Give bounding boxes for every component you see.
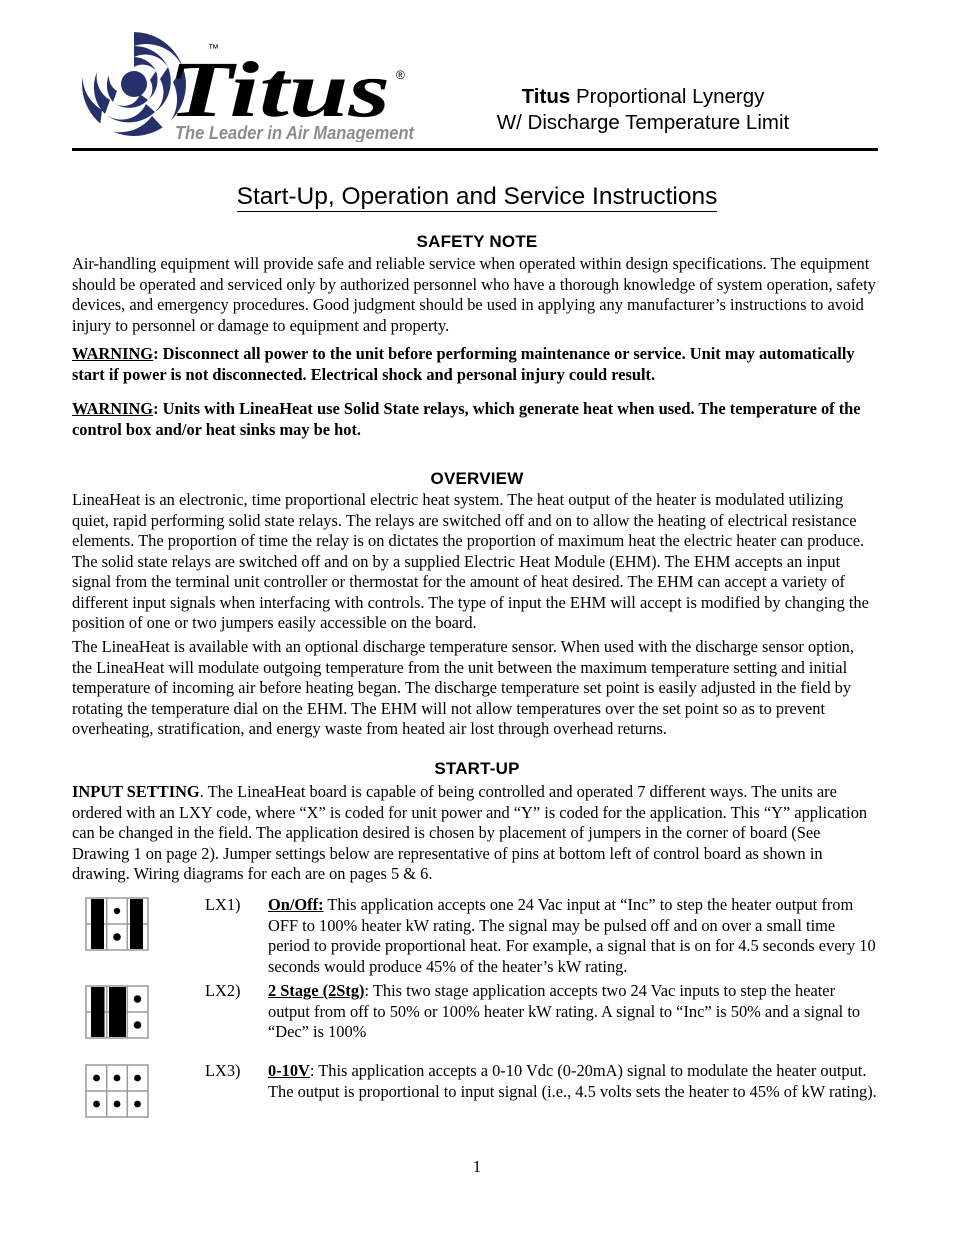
lx-description-3: 0-10V: This application accepts a 0-10 V… (268, 1061, 878, 1102)
header-title-line-1: Titus Proportional Lynergy (408, 84, 878, 110)
jumper-diagram-0-10v (85, 1064, 149, 1118)
lx-description-1: On/Off: This application accepts one 24 … (268, 895, 878, 977)
logo-wordmark: Titus (168, 47, 390, 134)
lx-description-2: 2 Stage (2Stg): This two stage applicati… (268, 981, 878, 1043)
overview-paragraph-2: The LineaHeat is available with an optio… (72, 637, 854, 738)
lx-code-2: LX2) (205, 981, 241, 1000)
warning-text-1: : Disconnect all power to the unit befor… (72, 344, 855, 384)
header-title-line-2: W/ Discharge Temperature Limit (496, 111, 790, 134)
warning-text-2: : Units with LineaHeat use Solid State r… (72, 399, 861, 439)
warning-paragraph-1: WARNING: Disconnect all power to the uni… (72, 344, 878, 385)
input-setting-label: INPUT SETTING (72, 782, 200, 801)
lx-code-3: LX3) (205, 1061, 241, 1080)
warning-label-1: WARNING (72, 344, 154, 363)
header-brand: Titus (521, 85, 571, 108)
lx-code-1: LX1) (205, 895, 241, 914)
overview-paragraph-1: LineaHeat is an electronic, time proport… (72, 490, 869, 632)
page-header: Titus ™ ® The Leader in Air Management T… (72, 24, 878, 142)
jumper-diagram-2-stage (85, 985, 149, 1039)
titus-logo: Titus ™ ® The Leader in Air Management (72, 24, 417, 142)
lx-body-1: This application accepts one 24 Vac inpu… (268, 895, 876, 976)
warning-label-2: WARNING (72, 399, 154, 418)
document-page: Titus ™ ® The Leader in Air Management T… (0, 0, 954, 1235)
warning-paragraph-2: WARNING: Units with LineaHeat use Solid … (72, 399, 878, 440)
section-heading-overview: OVERVIEW (430, 469, 524, 488)
titus-logo-graphic: Titus ™ ® The Leader in Air Management (82, 32, 415, 142)
lx-body-3: : This application accepts a 0-10 Vdc (0… (268, 1061, 877, 1101)
header-product-title: Titus Proportional Lynergy W/ Discharge … (408, 84, 878, 136)
page-title-text: Start-Up, Operation and Service Instruct… (236, 183, 718, 212)
trademark-symbol: ™ (208, 43, 219, 55)
header-divider-rule (72, 148, 878, 151)
lx-name-2: 2 Stage (2Stg) (268, 981, 365, 1000)
lx-name-3: 0-10V (268, 1061, 310, 1080)
logo-tagline: The Leader in Air Management (175, 122, 415, 142)
safety-note-body: Air-handling equipment will provide safe… (72, 254, 876, 335)
registered-symbol: ® (396, 68, 405, 82)
section-heading-safety-note: SAFETY NOTE (416, 232, 538, 251)
input-setting-paragraph: INPUT SETTING. The LineaHeat board is ca… (72, 782, 878, 885)
lx-name-1: On/Off: (268, 895, 324, 914)
jumper-diagram-on-off (85, 897, 149, 951)
page-number: 1 (472, 1157, 482, 1176)
header-product: Proportional Lynergy (570, 85, 765, 108)
section-heading-start-up: START-UP (434, 759, 520, 778)
page-title: Start-Up, Operation and Service Instruct… (0, 182, 954, 212)
